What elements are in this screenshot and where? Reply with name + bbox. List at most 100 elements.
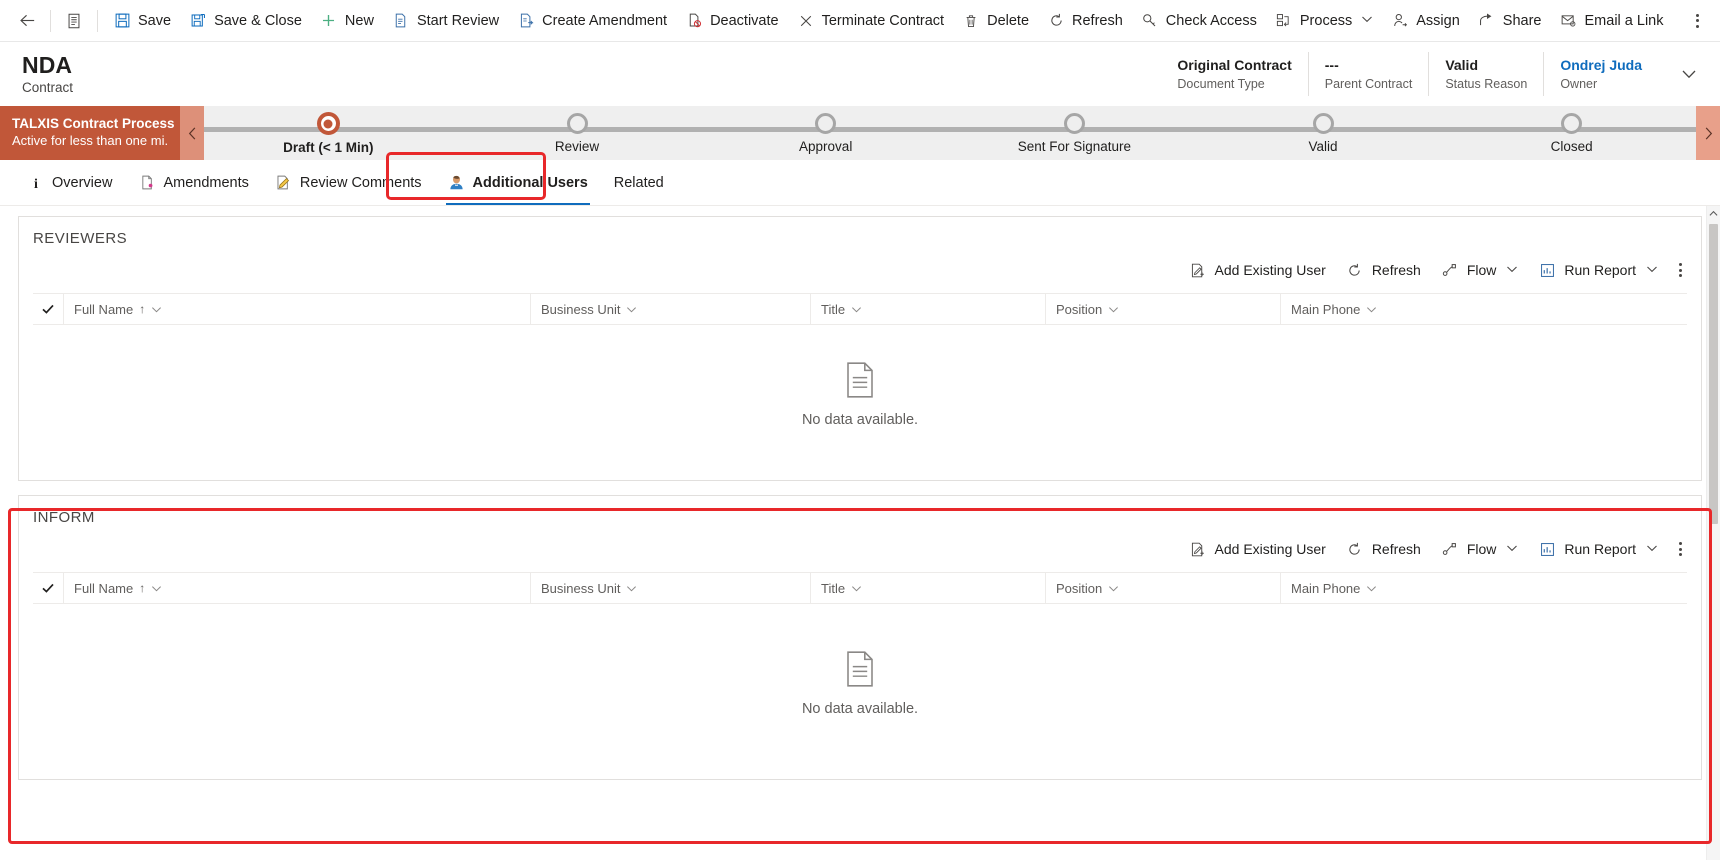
column-header-full-name[interactable]: Full Name ↑: [63, 573, 530, 603]
header-field-owner[interactable]: Ondrej Juda Owner: [1543, 52, 1658, 96]
tab-overview[interactable]: i Overview: [14, 160, 125, 205]
report-icon: [1538, 540, 1556, 558]
email-a-link-button[interactable]: Email a Link: [1551, 5, 1673, 37]
delete-label: Delete: [987, 12, 1030, 29]
dot: [1678, 553, 1682, 556]
process-name-block[interactable]: TALXIS Contract Process Active for less …: [0, 106, 180, 160]
trash-icon: [962, 12, 980, 30]
process-next-button[interactable]: [1696, 106, 1720, 160]
email-link-icon: [1560, 12, 1578, 30]
column-header-business-unit[interactable]: Business Unit: [530, 294, 810, 324]
header-expand-button[interactable]: [1672, 57, 1706, 91]
deactivate-button[interactable]: Deactivate: [676, 5, 788, 37]
process-stage-approval[interactable]: Approval: [701, 106, 950, 160]
tab-amendments[interactable]: Amendments: [125, 160, 261, 205]
header-fields: Original Contract Document Type --- Pare…: [1161, 51, 1658, 97]
process-previous-button[interactable]: [180, 106, 204, 160]
grid-refresh-button[interactable]: Refresh: [1337, 254, 1430, 286]
process-stage-closed[interactable]: Closed: [1447, 106, 1696, 160]
dot: [1678, 268, 1682, 272]
grid-overflow-button[interactable]: [1669, 255, 1691, 285]
chevron-down-icon: [1646, 541, 1658, 557]
flow-button[interactable]: Flow: [1432, 254, 1528, 286]
assign-button[interactable]: Assign: [1382, 5, 1469, 37]
chevron-down-icon: [1646, 262, 1658, 278]
flow-label: Flow: [1466, 541, 1497, 557]
stage-node-icon: [566, 113, 588, 134]
business-process-flow: TALXIS Contract Process Active for less …: [0, 106, 1720, 160]
header-field-parent-contract[interactable]: --- Parent Contract: [1307, 52, 1429, 96]
start-review-button[interactable]: Start Review: [383, 5, 508, 37]
scrollbar-thumb[interactable]: [1709, 224, 1718, 524]
section-title: INFORM: [33, 509, 95, 526]
process-stage-valid[interactable]: Valid: [1199, 106, 1448, 160]
process-stage-draft[interactable]: Draft (< 1 Min): [204, 106, 453, 160]
process-stage-review[interactable]: Review: [453, 106, 702, 160]
column-header-business-unit[interactable]: Business Unit: [530, 573, 810, 603]
save-close-icon: [189, 12, 207, 30]
dot: [1678, 547, 1682, 551]
column-header-main-phone[interactable]: Main Phone: [1280, 294, 1687, 324]
refresh-button[interactable]: Refresh: [1038, 5, 1132, 37]
chevron-left-icon: [188, 126, 195, 140]
dot: [1695, 24, 1699, 28]
start-review-label: Start Review: [416, 12, 500, 29]
create-amendment-button[interactable]: Create Amendment: [508, 5, 676, 37]
run-report-button[interactable]: Run Report: [1529, 533, 1667, 565]
stage-label: Draft (< 1 Min): [283, 140, 374, 155]
save-and-close-button[interactable]: Save & Close: [180, 5, 311, 37]
delete-button[interactable]: Delete: [953, 5, 1038, 37]
email-a-link-label: Email a Link: [1584, 12, 1664, 29]
tab-additional-users[interactable]: Additional Users: [435, 160, 601, 205]
key-icon: [1141, 12, 1159, 30]
column-header-title[interactable]: Title: [810, 294, 1045, 324]
form-selector-button[interactable]: [57, 5, 91, 37]
save-button[interactable]: Save: [104, 5, 180, 37]
add-existing-user-button[interactable]: Add Existing User: [1180, 533, 1335, 565]
back-button[interactable]: [10, 5, 44, 37]
column-header-position[interactable]: Position: [1045, 573, 1280, 603]
tab-related[interactable]: Related: [601, 160, 677, 205]
add-existing-user-button[interactable]: Add Existing User: [1180, 254, 1335, 286]
owner-value[interactable]: Ondrej Juda: [1560, 57, 1642, 75]
assign-person-icon: [1391, 12, 1409, 30]
run-report-button[interactable]: Run Report: [1529, 254, 1667, 286]
document-type-value: Original Contract: [1177, 57, 1292, 74]
grid-refresh-button[interactable]: Refresh: [1337, 533, 1430, 565]
command-bar-overflow-button[interactable]: [1686, 6, 1708, 36]
process-stage-sent-for-signature[interactable]: Sent For Signature: [950, 106, 1199, 160]
parent-contract-label: Parent Contract: [1324, 76, 1413, 91]
grid-overflow-button[interactable]: [1669, 534, 1691, 564]
flow-button[interactable]: Flow: [1432, 533, 1528, 565]
column-label: Full Name: [74, 580, 134, 596]
column-header-position[interactable]: Position: [1045, 294, 1280, 324]
header-field-document-type[interactable]: Original Contract Document Type: [1161, 52, 1307, 96]
status-reason-label: Status Reason: [1445, 76, 1528, 91]
tab-review-comments[interactable]: Review Comments: [262, 160, 435, 205]
select-all-checkbox[interactable]: [33, 294, 63, 324]
column-header-full-name[interactable]: Full Name ↑: [63, 294, 530, 324]
process-button[interactable]: Process: [1266, 5, 1382, 37]
vertical-scrollbar[interactable]: [1706, 206, 1720, 860]
share-button[interactable]: Share: [1469, 5, 1551, 37]
terminate-contract-button[interactable]: Terminate Contract: [788, 5, 954, 37]
stage-node-icon: [1312, 113, 1334, 134]
checkmark-icon: [42, 583, 54, 593]
grid-header-inform: Full Name ↑ Business Unit Title Position…: [33, 572, 1687, 604]
chevron-right-icon: [1705, 126, 1712, 140]
header-field-status-reason[interactable]: Valid Status Reason: [1428, 52, 1543, 96]
chevron-down-icon: [851, 304, 862, 315]
plus-icon: [320, 12, 338, 30]
checkmark-icon: [42, 304, 54, 314]
column-label: Position: [1056, 580, 1103, 596]
form-list-icon: [68, 13, 80, 28]
column-header-title[interactable]: Title: [810, 573, 1045, 603]
command-separator: [97, 9, 98, 32]
section-title: REVIEWERS: [33, 230, 128, 247]
form-body: REVIEWERS Add Existing User Refresh Flow…: [0, 206, 1720, 860]
check-access-button[interactable]: Check Access: [1132, 5, 1266, 37]
scroll-up-button[interactable]: [1707, 206, 1720, 220]
select-all-checkbox[interactable]: [33, 573, 63, 603]
new-button[interactable]: New: [311, 5, 383, 37]
column-header-main-phone[interactable]: Main Phone: [1280, 573, 1687, 603]
